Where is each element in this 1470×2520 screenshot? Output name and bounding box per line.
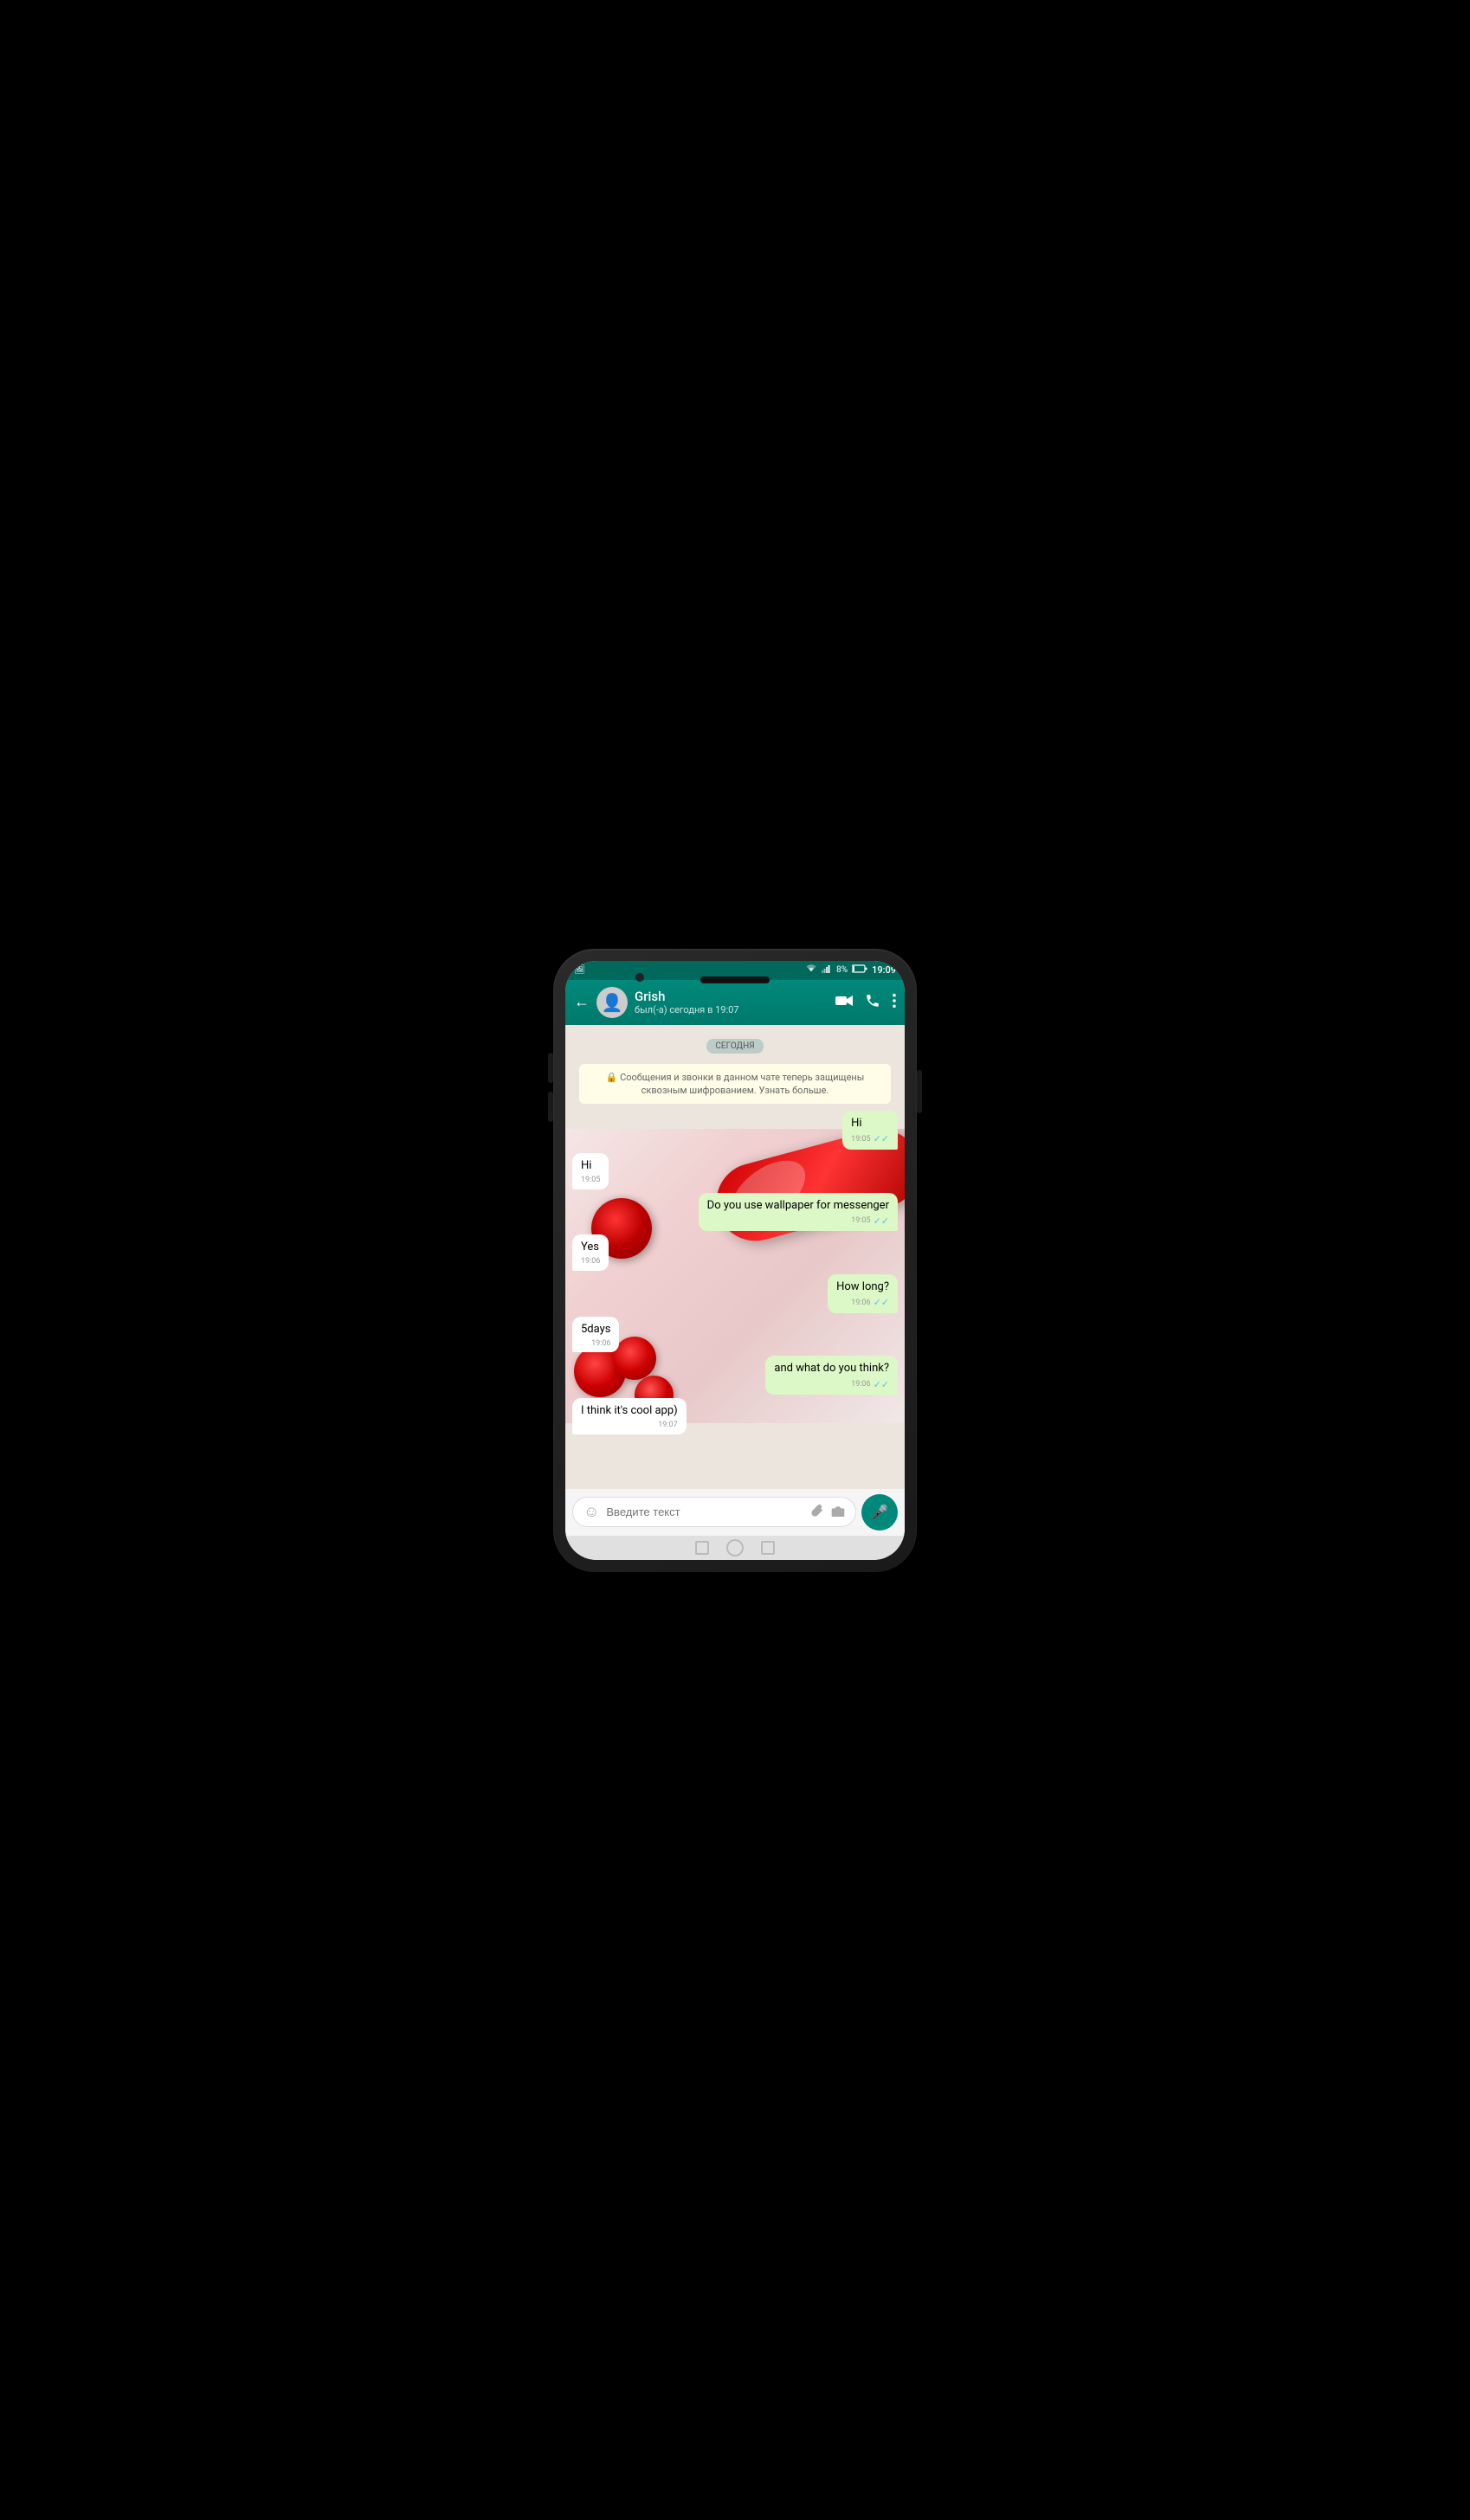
- voice-call-icon[interactable]: [865, 993, 880, 1012]
- camera-icon[interactable]: [831, 1505, 845, 1520]
- bubble-meta: 19:06 ✓✓: [836, 1296, 889, 1309]
- front-camera: [635, 973, 644, 982]
- encryption-notice[interactable]: 🔒 Сообщения и звонки в данном чате тепер…: [579, 1064, 891, 1105]
- bubble-meta: 19:05 ✓✓: [707, 1215, 889, 1228]
- message-time: 19:05: [851, 1134, 870, 1145]
- bubble-meta: 19:06 ✓✓: [774, 1378, 889, 1391]
- phone-screen: 🖼 8%: [565, 961, 905, 1560]
- message-text: and what do you think?: [774, 1362, 889, 1375]
- contact-avatar[interactable]: 👤: [596, 987, 628, 1018]
- message-bubble-received-6: 5days 19:06: [572, 1317, 619, 1353]
- nav-back-icon[interactable]: [695, 1541, 709, 1555]
- status-time: 19:09: [872, 964, 896, 976]
- message-text: Hi: [851, 1117, 861, 1130]
- message-ticks: ✓✓: [874, 1296, 889, 1309]
- message-bubble-sent-1: Hi 19:05 ✓✓: [842, 1111, 898, 1150]
- message-ticks: ✓✓: [874, 1215, 889, 1228]
- battery-level: 8%: [836, 965, 848, 975]
- video-call-icon[interactable]: [835, 995, 853, 1010]
- header-actions: [835, 993, 896, 1012]
- emoji-button[interactable]: ☺: [583, 1503, 599, 1521]
- mic-button[interactable]: 🎤: [861, 1494, 898, 1531]
- message-text: Do you use wallpaper for messenger: [707, 1199, 889, 1212]
- message-ticks: ✓✓: [874, 1132, 889, 1145]
- wifi-icon: [805, 964, 817, 976]
- phone-device: 🖼 8%: [553, 949, 917, 1572]
- message-time: 19:06: [851, 1298, 870, 1309]
- message-text: I think it's cool app): [581, 1404, 678, 1417]
- microphone-icon: 🎤: [871, 1504, 888, 1520]
- bubble-meta: 19:06: [581, 1256, 600, 1267]
- earpiece-speaker: [700, 976, 770, 983]
- status-notifications: 🖼: [574, 965, 800, 975]
- chat-header: ← 👤 Grish был(-а) сегодня в 19:07: [565, 980, 905, 1025]
- message-text: 5days: [581, 1323, 610, 1336]
- avatar-person-icon: 👤: [602, 992, 623, 1013]
- message-bubble-received-4: Yes 19:06: [572, 1234, 609, 1271]
- chat-body: СЕГОДНЯ 🔒 Сообщения и звонки в данном ча…: [565, 1025, 905, 1489]
- bubble-meta: 19:06: [581, 1338, 610, 1350]
- message-bubble-sent-3: Do you use wallpaper for messenger 19:05…: [699, 1193, 898, 1232]
- chat-messages: СЕГОДНЯ 🔒 Сообщения и звонки в данном ча…: [572, 1032, 898, 1434]
- message-time: 19:06: [591, 1338, 610, 1350]
- status-indicators: 8% 19:09: [805, 964, 896, 976]
- bubble-meta: 19:05 ✓✓: [851, 1132, 889, 1145]
- message-time: 19:06: [851, 1379, 870, 1390]
- battery-icon: [852, 964, 867, 976]
- bubble-meta: 19:07: [581, 1420, 678, 1431]
- contact-name: Grish: [635, 989, 828, 1004]
- message-text: How long?: [836, 1280, 889, 1293]
- back-button[interactable]: ←: [574, 993, 590, 1011]
- notification-icon: 🖼: [574, 965, 585, 975]
- vol-down-button[interactable]: [548, 1092, 553, 1122]
- vol-up-button[interactable]: [548, 1053, 553, 1083]
- message-input-container[interactable]: ☺: [572, 1497, 856, 1527]
- message-time: 19:06: [581, 1256, 600, 1267]
- message-text: Yes: [581, 1241, 599, 1254]
- power-button[interactable]: [917, 1070, 922, 1113]
- bottom-nav-bar: [565, 1536, 905, 1560]
- message-ticks: ✓✓: [874, 1378, 889, 1391]
- contact-info[interactable]: Grish был(-а) сегодня в 19:07: [635, 989, 828, 1015]
- contact-status: был(-а) сегодня в 19:07: [635, 1004, 828, 1015]
- message-input[interactable]: [606, 1505, 803, 1518]
- more-options-icon[interactable]: [893, 993, 896, 1012]
- bubble-meta: 19:05: [581, 1175, 600, 1186]
- attach-icon[interactable]: [810, 1504, 824, 1521]
- message-time: 19:07: [658, 1420, 677, 1431]
- message-bubble-received-2: Hi 19:05: [572, 1153, 609, 1189]
- message-bubble-sent-5: How long? 19:06 ✓✓: [828, 1274, 898, 1313]
- nav-recents-icon[interactable]: [761, 1541, 775, 1555]
- message-text: Hi: [581, 1159, 591, 1172]
- date-badge-label: СЕГОДНЯ: [706, 1039, 763, 1054]
- message-bubble-received-8: I think it's cool app) 19:07: [572, 1398, 687, 1434]
- chat-input-bar: ☺ 🎤: [565, 1489, 905, 1536]
- signal-icon: [822, 964, 832, 976]
- message-bubble-sent-7: and what do you think? 19:06 ✓✓: [765, 1356, 898, 1395]
- nav-home-icon[interactable]: [726, 1539, 744, 1556]
- date-divider: СЕГОДНЯ: [706, 1035, 763, 1054]
- message-time: 19:05: [851, 1215, 870, 1227]
- message-time: 19:05: [581, 1175, 600, 1186]
